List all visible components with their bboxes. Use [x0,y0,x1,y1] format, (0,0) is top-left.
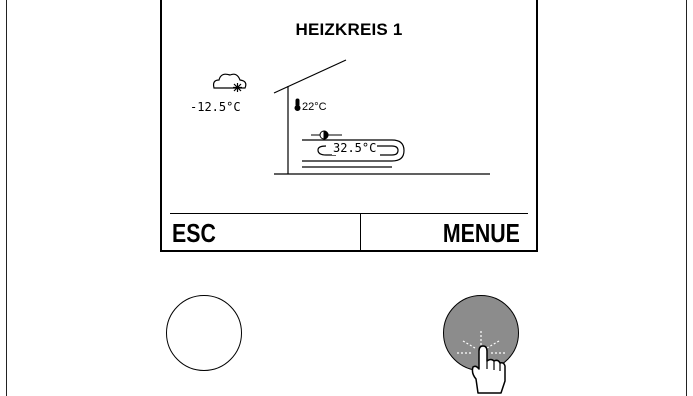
esc-hardware-button[interactable] [166,295,242,371]
esc-softkey[interactable]: ESC [172,218,216,248]
water-temperature: 32.5°C [332,141,378,155]
menu-hardware-button[interactable] [443,295,519,371]
softkey-divider [360,214,361,251]
left-panel-edge [6,0,7,396]
sensor-icon [311,130,342,140]
cloud-snow-icon [212,73,247,92]
house-roof [273,59,347,174]
right-panel-edge [686,0,687,396]
menu-softkey[interactable]: MENUE [443,218,520,248]
outdoor-temperature: -12.5°C [190,100,241,114]
screen-title: HEIZKREIS 1 [295,20,403,39]
display-screen: HEIZKREIS 1 -12.5°C 22°C 32.5°C ESC MENU… [160,0,538,252]
softkey-bar: ESC MENUE [170,213,528,251]
room-temperature: 22°C [302,101,327,113]
thermometer-icon [294,98,301,111]
